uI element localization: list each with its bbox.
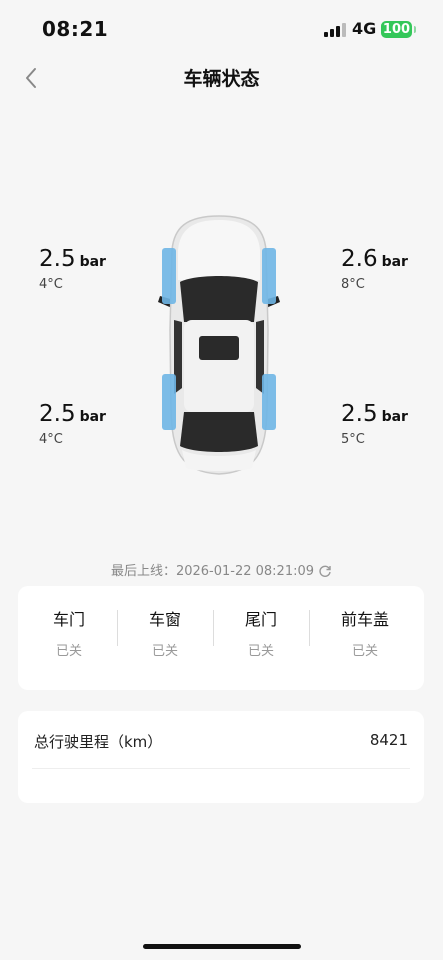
refresh-icon[interactable] — [318, 564, 332, 582]
tire-temperature: 8°C — [341, 277, 365, 292]
status-item-tailgate: 尾门 已关 — [213, 586, 309, 690]
divider — [32, 768, 410, 769]
car-windshield — [180, 276, 258, 322]
closure-status-card: 车门 已关 车窗 已关 尾门 已关 前车盖 已关 — [18, 586, 424, 690]
divider — [309, 610, 310, 646]
status-item-label: 车门 — [52, 610, 85, 629]
network-type: 4G — [352, 19, 377, 38]
status-time: 08:21 — [42, 17, 109, 41]
tire-rear-right: 2.5 bar 5°C — [341, 401, 443, 447]
tire-rear-left-marker — [162, 374, 176, 430]
last-online-text: 最后上线：2026-01-22 08:21:09 — [110, 564, 315, 579]
tire-front-right: 2.6 bar 8°C — [341, 246, 443, 292]
tire-rear-right-marker — [262, 374, 276, 430]
signal-bars-icon — [324, 23, 346, 37]
battery-icon: 100 — [381, 21, 416, 38]
mileage-value: 8421 — [369, 731, 408, 749]
car-rear-window — [180, 412, 258, 452]
status-item-value: 已关 — [247, 644, 274, 659]
status-item-hood: 前车盖 已关 — [317, 586, 413, 690]
tire-pressure-value: 2.5 — [39, 246, 76, 272]
status-item-value: 已关 — [55, 644, 82, 659]
status-item-windows: 车窗 已关 — [117, 586, 213, 690]
tire-pressure-value: 2.5 — [39, 401, 76, 427]
status-item-doors: 车门 已关 — [21, 586, 117, 690]
status-item-value: 已关 — [351, 644, 378, 659]
tire-front-left-marker — [162, 248, 176, 304]
status-item-label: 前车盖 — [340, 610, 389, 629]
mileage-label: 总行驶里程（km） — [34, 733, 163, 751]
tire-front-left: 2.5 bar 4°C — [39, 246, 149, 292]
tire-pressure-value: 2.6 — [341, 246, 378, 272]
status-item-label: 车窗 — [148, 610, 181, 629]
tire-pressure-unit: bar — [79, 254, 106, 270]
status-item-label: 尾门 — [244, 610, 277, 629]
tire-pressure-unit: bar — [79, 409, 106, 425]
tire-temperature: 5°C — [341, 432, 365, 447]
tire-rear-left: 2.5 bar 4°C — [39, 401, 149, 447]
tire-pressure-unit: bar — [381, 409, 408, 425]
car-sunroof — [199, 336, 239, 360]
car-roof — [184, 320, 254, 412]
vehicle-status-screen: 08:21 4G 100 车辆状态 2.5 bar 4°C 2.6 bar 8°C … — [0, 0, 443, 960]
tire-front-right-marker — [262, 248, 276, 304]
mileage-card: 总行驶里程（km） 8421 — [18, 711, 424, 803]
car-top-view-illustration — [158, 215, 280, 475]
status-item-value: 已关 — [151, 644, 178, 659]
tire-temperature: 4°C — [39, 277, 63, 292]
home-indicator[interactable] — [143, 944, 301, 949]
tire-pressure-value: 2.5 — [341, 401, 378, 427]
last-online-row: 最后上线：2026-01-22 08:21:09 — [0, 560, 443, 582]
tire-pressure-unit: bar — [381, 254, 408, 270]
page-title: 车辆状态 — [183, 68, 260, 90]
tire-temperature: 4°C — [39, 432, 63, 447]
car-hood — [178, 220, 260, 280]
